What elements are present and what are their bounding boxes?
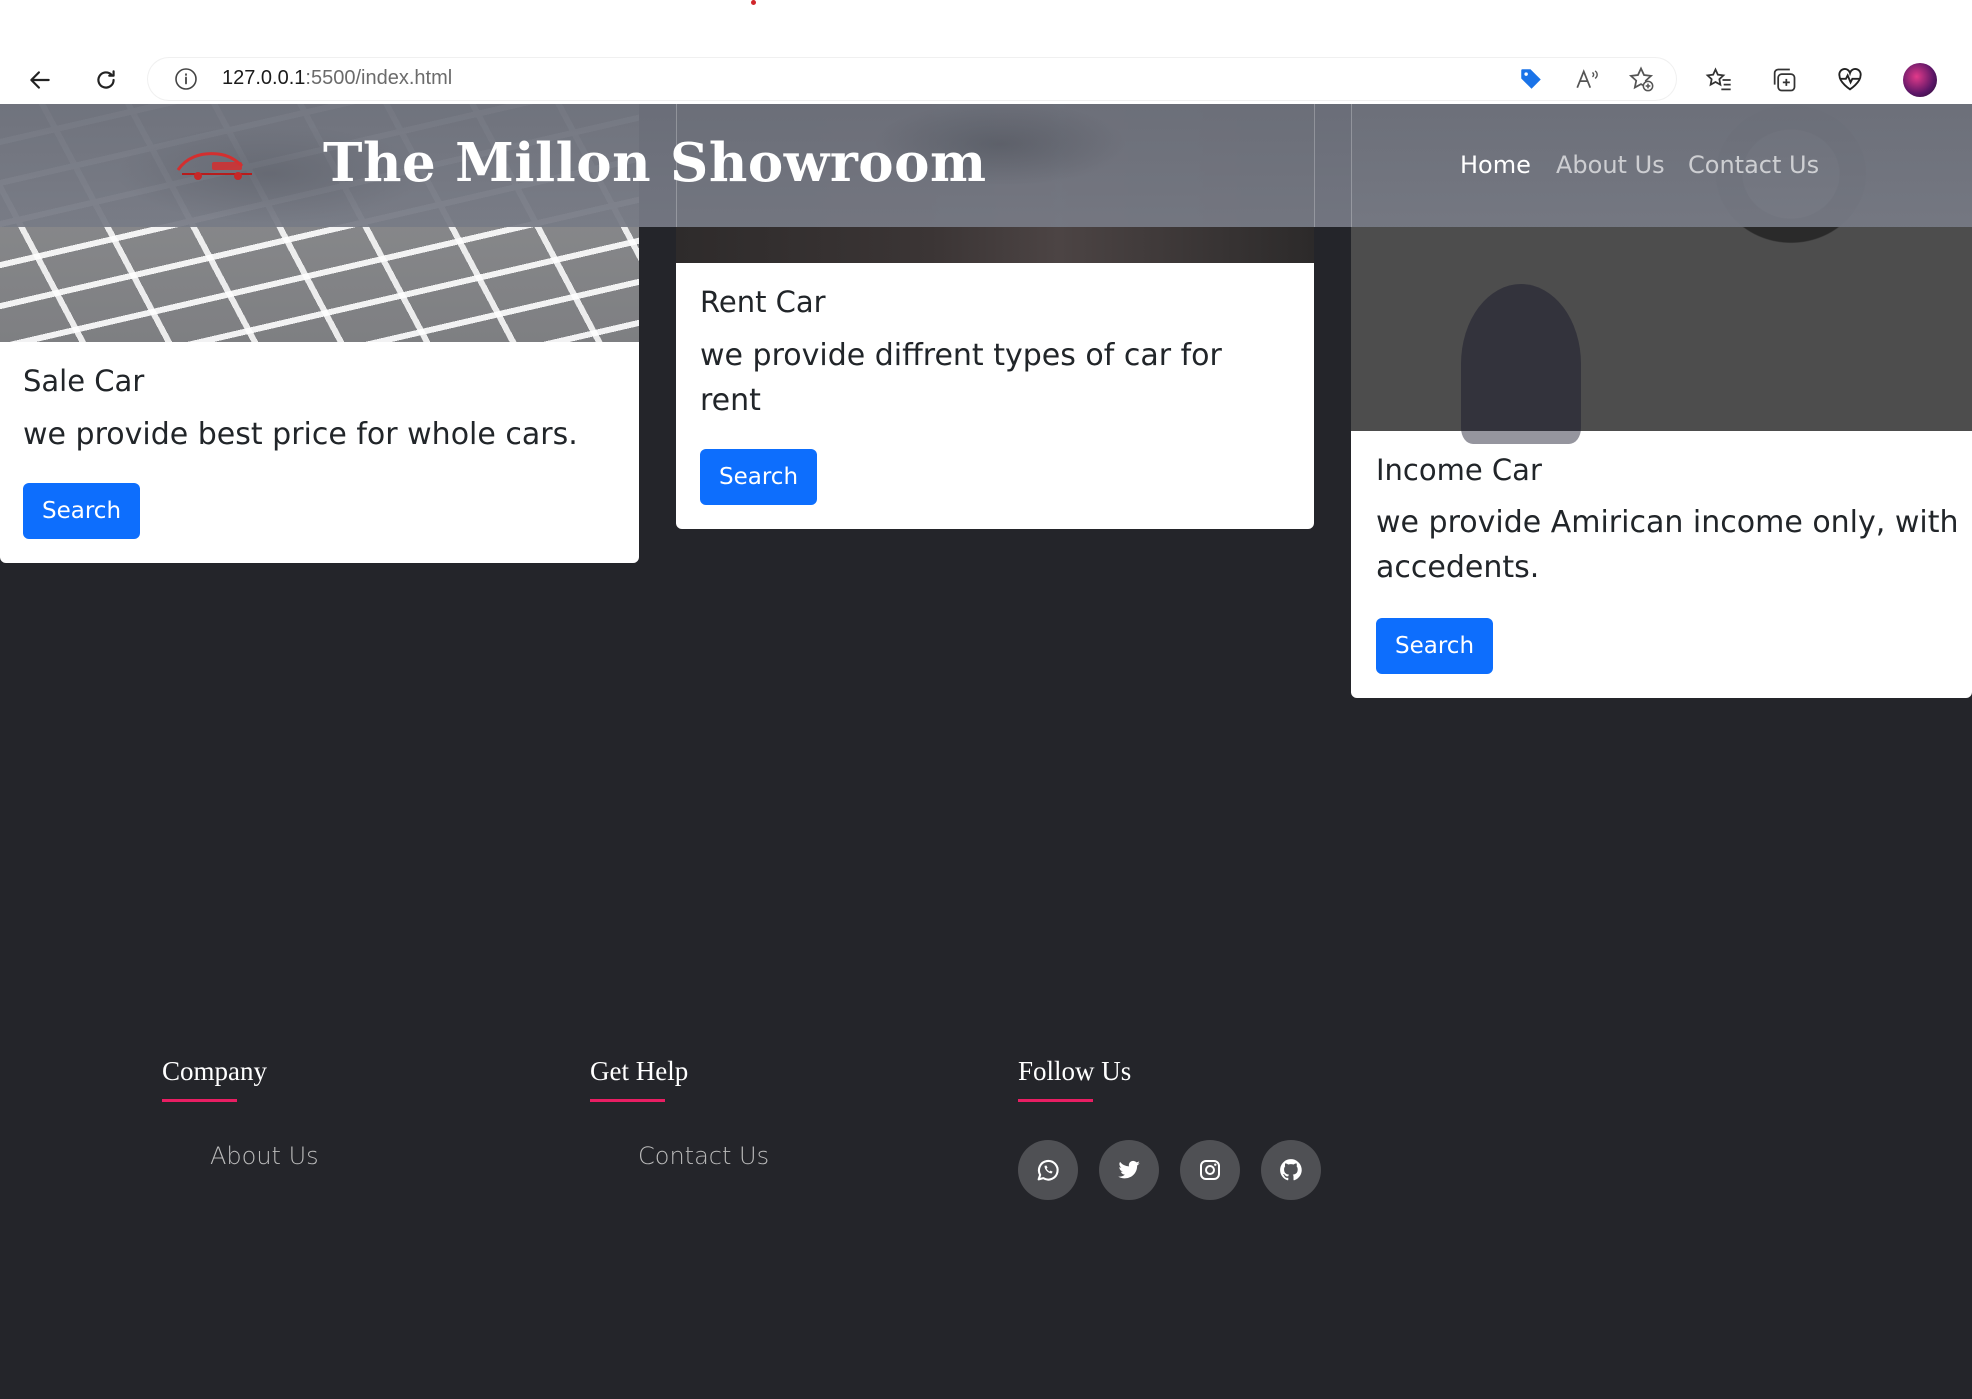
footer-link-contact[interactable]: Contact Us — [638, 1142, 769, 1170]
twitter-button[interactable] — [1099, 1140, 1159, 1200]
footer-heading-follow: Follow Us — [1018, 1056, 1132, 1086]
footer-heading-help: Get Help — [590, 1056, 689, 1086]
card-title: Sale Car — [23, 364, 145, 398]
nav-link-home[interactable]: Home — [1460, 151, 1531, 179]
site-navbar: The Millon Showroom Home About Us Contac… — [0, 104, 1972, 227]
github-icon — [1280, 1159, 1302, 1181]
navbar-divider — [1351, 104, 1352, 227]
navbar-divider — [1314, 104, 1315, 227]
twitter-icon — [1118, 1160, 1140, 1179]
instagram-button[interactable] — [1180, 1140, 1240, 1200]
nav-link-contact[interactable]: Contact Us — [1688, 151, 1819, 179]
browser-essentials-button[interactable] — [1832, 62, 1868, 98]
url-text[interactable]: 127.0.0.1:5500/index.html — [222, 67, 452, 90]
back-arrow-icon — [30, 71, 50, 89]
search-button[interactable]: Search — [700, 449, 818, 505]
nav-link-about[interactable]: About Us — [1556, 151, 1665, 179]
page-viewport: Sale Car we provide best price for whole… — [0, 104, 1972, 1399]
card-text: we provide best price for whole cars. — [23, 417, 578, 452]
browser-toolbar: 127.0.0.1:5500/index.html — [0, 56, 1972, 105]
search-button[interactable]: Search — [23, 483, 141, 539]
footer-heading-company: Company — [162, 1056, 267, 1086]
brand-title[interactable]: The Millon Showroom — [323, 132, 987, 194]
heart-pulse-icon — [1838, 68, 1862, 91]
image-shadow — [1461, 284, 1581, 444]
back-button[interactable] — [22, 62, 58, 98]
window-indicator-dot — [751, 0, 756, 5]
brand-logo-icon[interactable] — [172, 140, 268, 188]
profile-avatar[interactable] — [1903, 63, 1937, 97]
whatsapp-button[interactable] — [1018, 1140, 1078, 1200]
card-text: we provide diffrent types of car for ren… — [700, 338, 1222, 418]
site-info-icon[interactable] — [174, 67, 198, 95]
footer-link-about[interactable]: About Us — [210, 1142, 319, 1170]
github-button[interactable] — [1261, 1140, 1321, 1200]
whatsapp-icon — [1037, 1159, 1059, 1181]
search-button[interactable]: Search — [1376, 618, 1494, 674]
card-title: Income Car — [1376, 453, 1542, 487]
collections-icon — [1773, 68, 1796, 92]
shopping-tag-icon[interactable] — [1516, 64, 1546, 94]
footer-heading-underline — [1018, 1099, 1093, 1102]
add-favorite-icon[interactable] — [1626, 64, 1656, 94]
card-title: Rent Car — [700, 285, 826, 319]
footer-heading-underline — [590, 1099, 665, 1102]
instagram-icon — [1200, 1160, 1220, 1180]
collections-button[interactable] — [1766, 62, 1802, 98]
address-bar[interactable]: 127.0.0.1:5500/index.html — [148, 58, 1676, 100]
favorites-icon — [1705, 67, 1731, 91]
card-text: we provide Amirican income only, with ac… — [1376, 505, 1959, 585]
reload-icon — [97, 70, 115, 89]
footer-heading-underline — [162, 1099, 237, 1102]
read-aloud-icon[interactable] — [1572, 64, 1602, 94]
window-top-strip — [0, 0, 1972, 56]
reload-button[interactable] — [88, 62, 124, 98]
favorites-button[interactable] — [1701, 62, 1737, 98]
